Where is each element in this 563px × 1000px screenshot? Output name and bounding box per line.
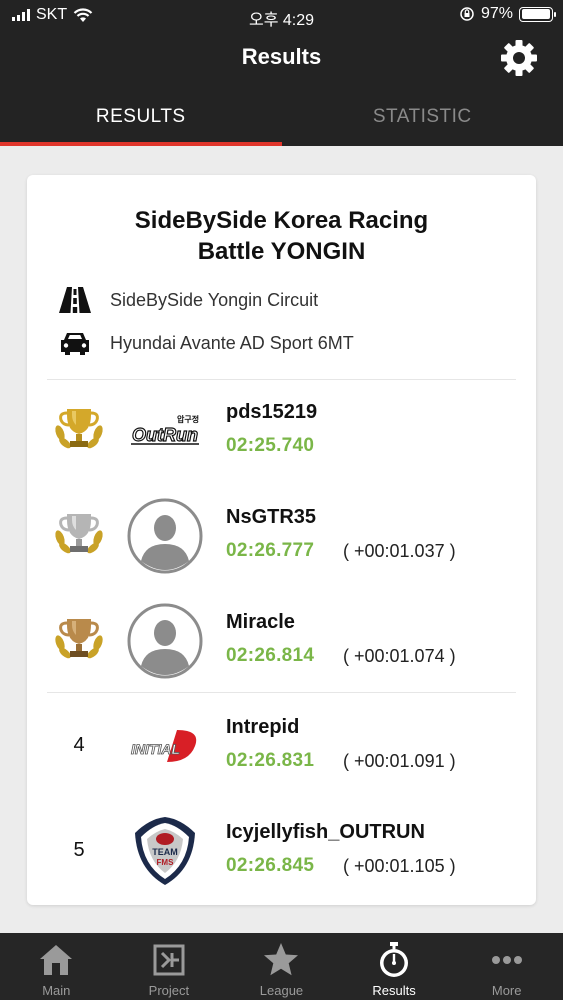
driver-name: Miracle (226, 611, 295, 633)
bottom-nav: Main Project League Results More (0, 933, 563, 1000)
rank-number: 4 (49, 715, 109, 775)
car-info: Hyundai Avante AD Sport 6MT (57, 328, 354, 358)
battery-icon (519, 6, 556, 22)
star-icon (264, 943, 299, 976)
driver-name: Icyjellyfish_OUTRUN (226, 821, 425, 843)
gear-icon[interactable] (499, 38, 539, 78)
team-fms-emblem: TEAM FMS (127, 813, 203, 889)
result-row[interactable]: 5 TEAM FMS Icyjellyfish_OUTRUN 02:26.845… (27, 803, 536, 899)
gold-trophy-icon (49, 400, 109, 460)
nav-main[interactable]: Main (0, 933, 113, 1000)
nav-label: Results (372, 983, 416, 998)
nav-results[interactable]: Results (338, 933, 451, 1000)
silver-trophy-icon (49, 505, 109, 565)
nav-label: Main (42, 983, 71, 998)
rank-number: 5 (49, 820, 109, 880)
nav-label: More (491, 983, 522, 998)
orientation-lock-icon (460, 7, 474, 21)
time-gap: ( +00:01.105 ) (343, 856, 456, 876)
project-icon (153, 944, 185, 976)
result-row[interactable]: NsGTR35 02:26.777 ( +00:01.037 ) (27, 488, 536, 584)
logo-text: OutRun (132, 425, 198, 445)
logo-text: INITIAL (131, 741, 180, 757)
status-bar: SKT 오후 4:29 97% (0, 0, 563, 30)
divider (47, 692, 516, 693)
app-header: Results (0, 30, 563, 88)
more-dots-icon (491, 956, 522, 964)
time-gap: ( +00:01.037 ) (343, 541, 456, 561)
nav-more[interactable]: More (450, 933, 563, 1000)
bronze-trophy-icon (49, 610, 109, 670)
result-row[interactable]: 압구정 OutRun pds15219 02:25.740 (27, 383, 536, 479)
tab-bar: RESULTS STATISTIC (0, 88, 563, 146)
page-title: Results (241, 44, 322, 69)
results-card: SideBySide Korea Racing Battle YONGIN Si… (27, 175, 536, 905)
time-gap: ( +00:01.074 ) (343, 646, 456, 666)
nav-label: League (259, 983, 304, 998)
lap-time: 02:25.740 (226, 435, 315, 456)
result-row[interactable]: Miracle 02:26.814 ( +00:01.074 ) (27, 593, 536, 689)
stopwatch-icon (380, 942, 409, 977)
road-icon (59, 287, 91, 313)
driver-name: NsGTR35 (226, 506, 317, 528)
lap-time: 02:26.845 (226, 855, 315, 876)
lap-time: 02:26.777 (226, 540, 315, 561)
result-row[interactable]: 4 INITIAL D Intrepid 02:26.831 ( +00:01.… (27, 698, 536, 794)
default-avatar (127, 498, 203, 574)
home-icon (40, 945, 73, 975)
divider (47, 379, 516, 380)
outrun-team-logo: 압구정 OutRun (127, 393, 203, 469)
driver-name: pds15219 (226, 401, 318, 423)
circuit-name: SideBySide Yongin Circuit (110, 289, 319, 310)
car-icon (61, 333, 89, 355)
circuit-info: SideBySide Yongin Circuit (57, 285, 318, 315)
car-name: Hyundai Avante AD Sport 6MT (110, 332, 354, 353)
event-title-line1: SideBySide Korea Racing (134, 207, 429, 234)
tab-results[interactable]: RESULTS (0, 88, 282, 146)
nav-label: Project (148, 983, 190, 998)
initial-d-logo: INITIAL D (127, 708, 203, 784)
tab-statistic[interactable]: STATISTIC (282, 88, 563, 146)
rank-label: 4 (73, 733, 85, 756)
event-title-line2: Battle YONGIN (197, 238, 366, 265)
nav-league[interactable]: League (225, 933, 338, 1000)
event-title: SideBySide Korea Racing Battle YONGIN (47, 205, 516, 267)
rank-label: 5 (73, 838, 85, 861)
time-gap: ( +00:01.091 ) (343, 751, 456, 771)
default-avatar (127, 603, 203, 679)
logo-text2: FMS (157, 858, 175, 867)
logo-text: TEAM (152, 847, 178, 857)
battery-percent: 97% (480, 5, 513, 22)
logo-subtext: 압구정 (177, 414, 199, 424)
lap-time: 02:26.814 (226, 645, 315, 666)
driver-name: Intrepid (226, 716, 300, 738)
nav-project[interactable]: Project (113, 933, 226, 1000)
lap-time: 02:26.831 (226, 750, 315, 771)
